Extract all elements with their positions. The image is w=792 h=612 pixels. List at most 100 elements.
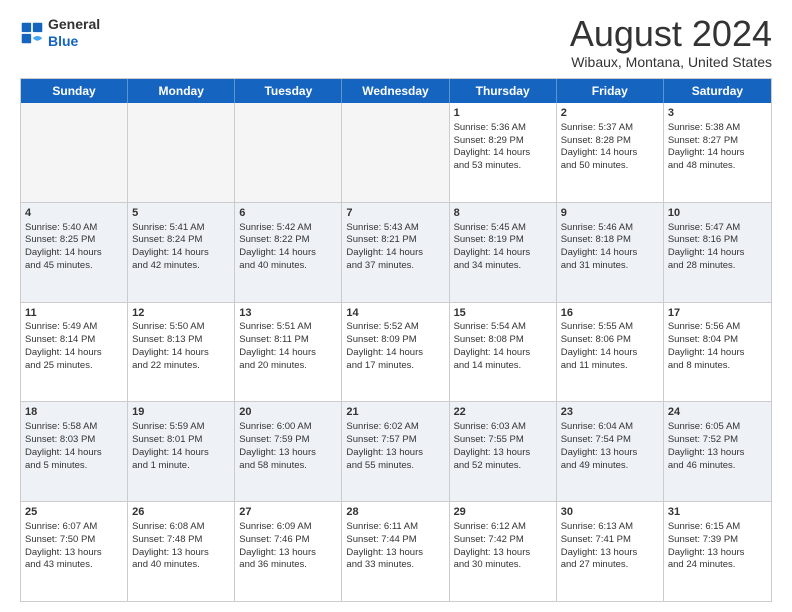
day-info: and 25 minutes.: [25, 360, 123, 373]
day-info: Sunset: 7:55 PM: [454, 434, 552, 447]
day-info: and 48 minutes.: [668, 160, 767, 173]
day-info: Sunset: 7:46 PM: [239, 534, 337, 547]
day-info: Daylight: 14 hours: [561, 247, 659, 260]
day-info: Daylight: 14 hours: [132, 447, 230, 460]
day-info: Sunset: 7:48 PM: [132, 534, 230, 547]
day-info: and 22 minutes.: [132, 360, 230, 373]
day-number: 14: [346, 306, 444, 321]
calendar-cell: 1Sunrise: 5:36 AMSunset: 8:29 PMDaylight…: [450, 103, 557, 202]
day-info: and 42 minutes.: [132, 260, 230, 273]
day-info: and 49 minutes.: [561, 460, 659, 473]
day-info: Sunrise: 5:51 AM: [239, 321, 337, 334]
day-number: 3: [668, 106, 767, 121]
day-info: and 37 minutes.: [346, 260, 444, 273]
calendar-row: 1Sunrise: 5:36 AMSunset: 8:29 PMDaylight…: [21, 103, 771, 203]
day-info: Sunrise: 6:15 AM: [668, 521, 767, 534]
day-info: Sunset: 7:59 PM: [239, 434, 337, 447]
calendar-cell: 19Sunrise: 5:59 AMSunset: 8:01 PMDayligh…: [128, 402, 235, 501]
title-block: August 2024 Wibaux, Montana, United Stat…: [570, 16, 772, 70]
day-info: Sunrise: 5:49 AM: [25, 321, 123, 334]
logo: General Blue: [20, 16, 100, 50]
day-number: 28: [346, 505, 444, 520]
day-info: Daylight: 13 hours: [561, 547, 659, 560]
day-number: 17: [668, 306, 767, 321]
day-info: Sunset: 7:54 PM: [561, 434, 659, 447]
day-number: 23: [561, 405, 659, 420]
calendar-cell: 26Sunrise: 6:08 AMSunset: 7:48 PMDayligh…: [128, 502, 235, 601]
day-number: 24: [668, 405, 767, 420]
day-info: Sunrise: 5:38 AM: [668, 122, 767, 135]
day-info: Sunset: 8:13 PM: [132, 334, 230, 347]
day-info: and 40 minutes.: [239, 260, 337, 273]
day-number: 21: [346, 405, 444, 420]
day-number: 13: [239, 306, 337, 321]
logo-icon: [20, 21, 44, 45]
calendar: SundayMondayTuesdayWednesdayThursdayFrid…: [20, 78, 772, 602]
day-info: Sunrise: 5:36 AM: [454, 122, 552, 135]
day-info: Daylight: 13 hours: [239, 547, 337, 560]
calendar-cell: 30Sunrise: 6:13 AMSunset: 7:41 PMDayligh…: [557, 502, 664, 601]
calendar-cell: 20Sunrise: 6:00 AMSunset: 7:59 PMDayligh…: [235, 402, 342, 501]
day-info: Sunset: 8:24 PM: [132, 234, 230, 247]
day-info: Sunset: 8:01 PM: [132, 434, 230, 447]
day-info: Sunset: 8:08 PM: [454, 334, 552, 347]
calendar-cell: 5Sunrise: 5:41 AMSunset: 8:24 PMDaylight…: [128, 203, 235, 302]
calendar-body: 1Sunrise: 5:36 AMSunset: 8:29 PMDaylight…: [21, 103, 771, 601]
day-number: 10: [668, 206, 767, 221]
day-info: Daylight: 13 hours: [346, 447, 444, 460]
day-info: Daylight: 13 hours: [454, 447, 552, 460]
day-info: and 17 minutes.: [346, 360, 444, 373]
day-number: 9: [561, 206, 659, 221]
day-info: Sunset: 8:16 PM: [668, 234, 767, 247]
calendar-row: 4Sunrise: 5:40 AMSunset: 8:25 PMDaylight…: [21, 203, 771, 303]
day-number: 19: [132, 405, 230, 420]
day-number: 30: [561, 505, 659, 520]
day-number: 16: [561, 306, 659, 321]
day-info: Daylight: 14 hours: [561, 347, 659, 360]
day-info: Sunrise: 5:58 AM: [25, 421, 123, 434]
day-info: Sunset: 8:19 PM: [454, 234, 552, 247]
calendar-page: General Blue August 2024 Wibaux, Montana…: [0, 0, 792, 612]
day-info: Daylight: 14 hours: [132, 347, 230, 360]
day-info: Daylight: 13 hours: [132, 547, 230, 560]
day-info: Sunrise: 5:50 AM: [132, 321, 230, 334]
day-info: Daylight: 14 hours: [25, 447, 123, 460]
day-info: Sunrise: 5:42 AM: [239, 222, 337, 235]
day-info: and 8 minutes.: [668, 360, 767, 373]
day-info: Sunset: 8:21 PM: [346, 234, 444, 247]
calendar-cell: 7Sunrise: 5:43 AMSunset: 8:21 PMDaylight…: [342, 203, 449, 302]
day-info: and 34 minutes.: [454, 260, 552, 273]
weekday-header: Friday: [557, 79, 664, 103]
day-info: and 11 minutes.: [561, 360, 659, 373]
calendar-cell: 4Sunrise: 5:40 AMSunset: 8:25 PMDaylight…: [21, 203, 128, 302]
day-number: 12: [132, 306, 230, 321]
day-info: Sunset: 7:57 PM: [346, 434, 444, 447]
calendar-cell: 12Sunrise: 5:50 AMSunset: 8:13 PMDayligh…: [128, 303, 235, 402]
day-info: Sunrise: 6:03 AM: [454, 421, 552, 434]
day-number: 29: [454, 505, 552, 520]
calendar-row: 18Sunrise: 5:58 AMSunset: 8:03 PMDayligh…: [21, 402, 771, 502]
day-info: Sunrise: 6:08 AM: [132, 521, 230, 534]
day-info: Sunrise: 5:37 AM: [561, 122, 659, 135]
day-info: Sunrise: 6:09 AM: [239, 521, 337, 534]
day-info: Sunrise: 6:07 AM: [25, 521, 123, 534]
day-info: Daylight: 14 hours: [239, 247, 337, 260]
day-number: 2: [561, 106, 659, 121]
day-info: Sunrise: 5:47 AM: [668, 222, 767, 235]
day-info: Daylight: 13 hours: [346, 547, 444, 560]
day-info: Sunset: 8:14 PM: [25, 334, 123, 347]
day-info: Sunset: 8:03 PM: [25, 434, 123, 447]
day-info: Daylight: 14 hours: [25, 247, 123, 260]
day-info: and 14 minutes.: [454, 360, 552, 373]
day-info: Sunrise: 6:13 AM: [561, 521, 659, 534]
day-info: Daylight: 14 hours: [454, 247, 552, 260]
day-info: Sunset: 7:39 PM: [668, 534, 767, 547]
calendar-cell: 2Sunrise: 5:37 AMSunset: 8:28 PMDaylight…: [557, 103, 664, 202]
day-info: Sunset: 7:52 PM: [668, 434, 767, 447]
day-info: Sunset: 8:04 PM: [668, 334, 767, 347]
weekday-header: Sunday: [21, 79, 128, 103]
day-info: Sunrise: 5:55 AM: [561, 321, 659, 334]
calendar-cell: 27Sunrise: 6:09 AMSunset: 7:46 PMDayligh…: [235, 502, 342, 601]
weekday-header: Saturday: [664, 79, 771, 103]
logo-general: General: [48, 16, 100, 33]
